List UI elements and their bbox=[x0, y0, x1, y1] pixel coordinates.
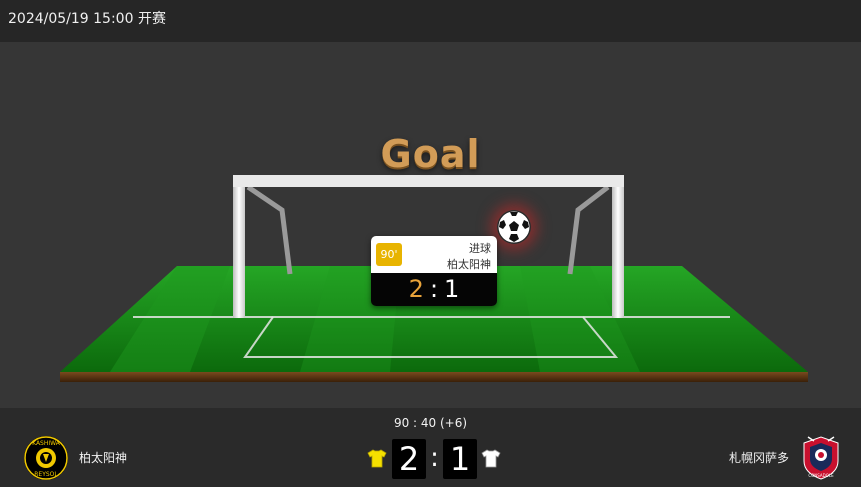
away-jersey-icon bbox=[481, 448, 501, 468]
svg-text:REYSOL: REYSOL bbox=[34, 471, 58, 478]
scoreboard: 90 : 40 (+6) KASHIWA REYSOL 柏太阳神 2 : 1 札… bbox=[0, 408, 861, 487]
event-score-separator: : bbox=[429, 275, 439, 303]
event-away-score: 1 bbox=[444, 275, 460, 303]
event-score: 2:1 bbox=[371, 273, 497, 306]
svg-text:KASHIWA: KASHIWA bbox=[32, 440, 61, 447]
match-tracker: 2024/05/19 15:00 开赛 Goal 90' 进球 柏太阳神 2:… bbox=[0, 0, 861, 487]
match-datetime: 2024/05/19 15:00 bbox=[8, 11, 134, 27]
home-team-name[interactable]: 柏太阳神 bbox=[79, 449, 127, 466]
score-separator: : bbox=[430, 443, 439, 473]
event-home-score: 2 bbox=[408, 275, 424, 303]
pitch-graphic bbox=[60, 175, 808, 382]
soccer-ball-icon bbox=[497, 210, 531, 244]
away-team-logo[interactable]: CONSADOLE bbox=[800, 433, 842, 481]
event-info: 90' 进球 柏太阳神 bbox=[371, 236, 497, 273]
goal-right-post bbox=[612, 177, 624, 318]
home-score: 2 bbox=[392, 439, 426, 479]
goal-event-card: 90' 进球 柏太阳神 2:1 bbox=[371, 236, 497, 306]
svg-text:CONSADOLE: CONSADOLE bbox=[808, 473, 834, 478]
animation-stage: Goal 90' 进球 柏太阳神 2:1 bbox=[0, 42, 861, 408]
home-team-logo[interactable]: KASHIWA REYSOL bbox=[23, 435, 69, 481]
away-team-name[interactable]: 札幌冈萨多 bbox=[729, 449, 789, 466]
event-minute-badge: 90' bbox=[376, 243, 402, 266]
home-jersey-icon bbox=[367, 448, 387, 468]
goal-left-post bbox=[233, 177, 245, 318]
event-team: 柏太阳神 bbox=[447, 258, 491, 271]
pitch-soil bbox=[60, 372, 808, 382]
event-type: 进球 bbox=[469, 242, 491, 255]
match-clock: 90 : 40 (+6) bbox=[393, 416, 468, 430]
goal-crossbar bbox=[233, 175, 624, 187]
match-header: 2024/05/19 15:00 开赛 bbox=[0, 0, 861, 42]
away-score: 1 bbox=[443, 439, 477, 479]
match-status: 开赛 bbox=[137, 11, 166, 27]
goal-title: Goal bbox=[380, 132, 481, 176]
